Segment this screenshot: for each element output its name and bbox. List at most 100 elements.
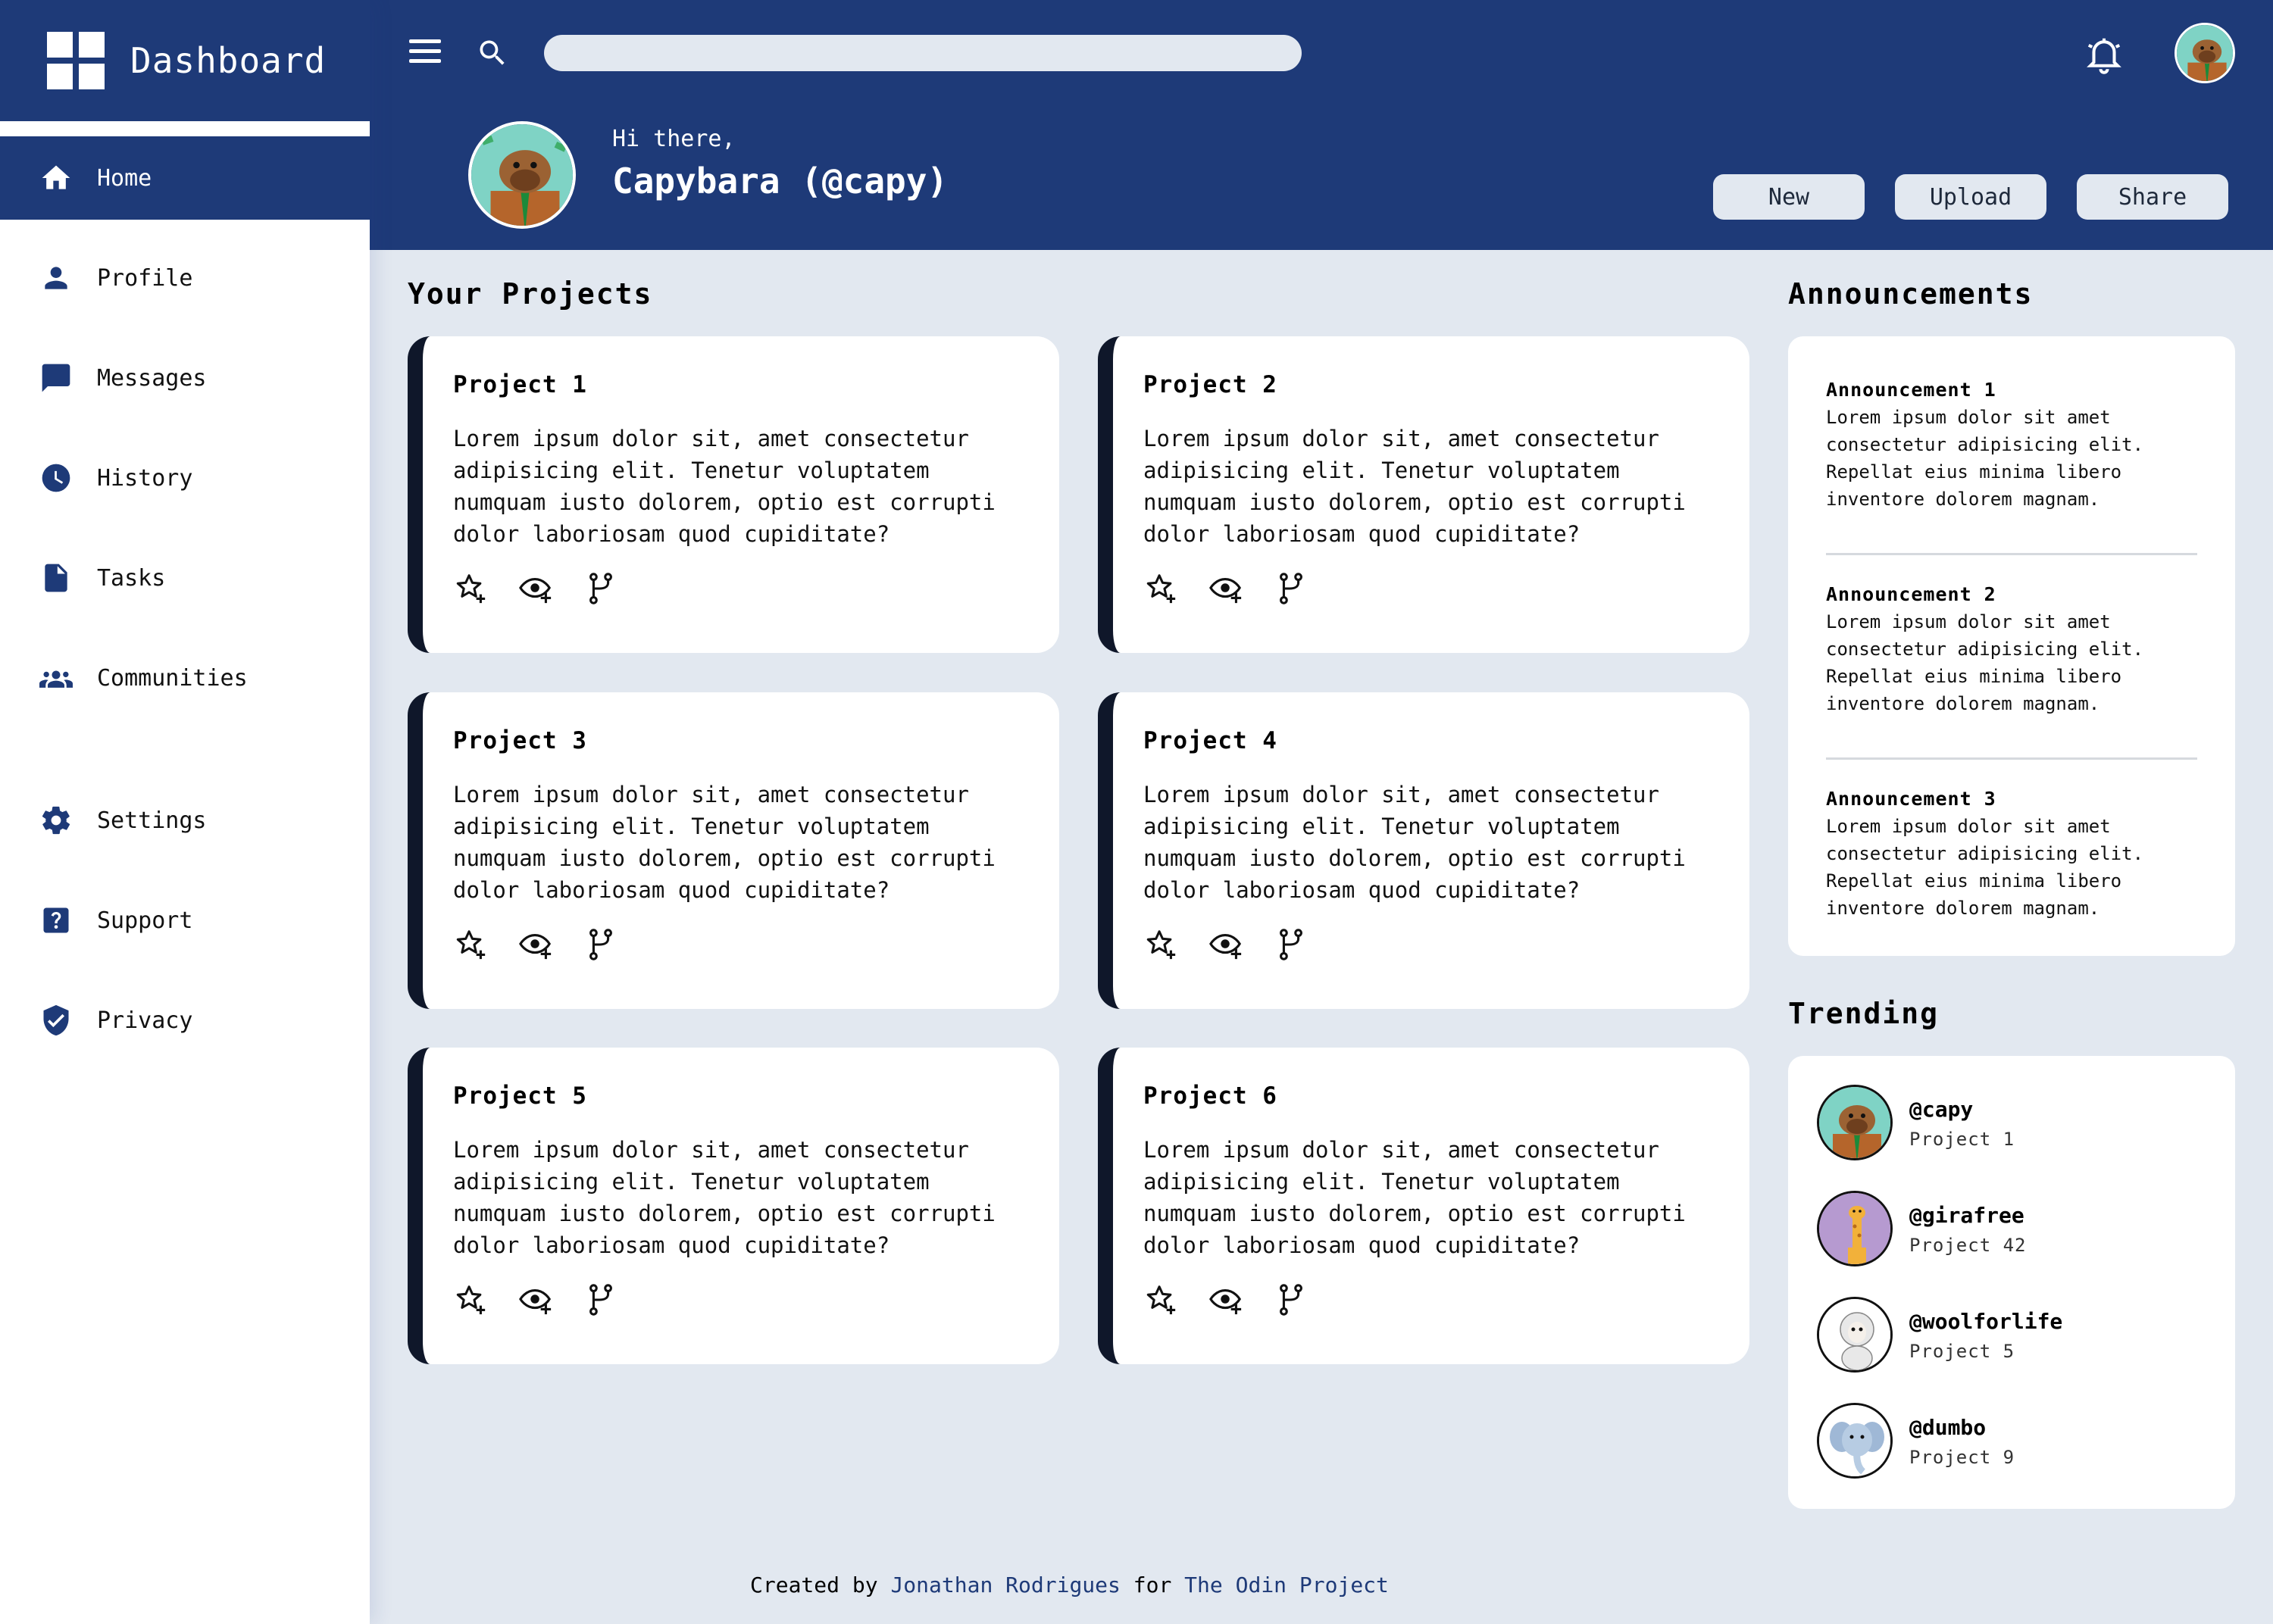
sidebar-item-label: History: [97, 464, 193, 492]
search-icon[interactable]: [476, 36, 509, 70]
sidebar-item-profile[interactable]: Profile: [0, 236, 370, 320]
footer: Created by Jonathan Rodrigues for The Od…: [370, 1572, 2273, 1597]
fork-icon[interactable]: [583, 1282, 618, 1317]
project-card[interactable]: Project 1 Lorem ipsum dolor sit, amet con…: [408, 336, 1059, 653]
odin-project-link[interactable]: The Odin Project: [1184, 1572, 1389, 1597]
star-add-icon[interactable]: [453, 571, 488, 606]
trending-handle: @woolforlife: [1909, 1309, 2063, 1334]
announcement-item[interactable]: Announcement 2 Lorem ipsum dolor sit ame…: [1826, 583, 2197, 717]
project-card[interactable]: Project 2 Lorem ipsum dolor sit, amet con…: [1098, 336, 1749, 653]
star-add-icon[interactable]: [1143, 927, 1178, 962]
project-card[interactable]: Project 4 Lorem ipsum dolor sit, amet con…: [1098, 692, 1749, 1009]
brand-title: Dashboard: [130, 40, 327, 81]
clock-icon: [39, 461, 73, 495]
project-actions: [1143, 571, 1719, 606]
project-description: Lorem ipsum dolor sit, amet consectetur …: [453, 426, 996, 547]
profile-avatar[interactable]: [468, 121, 576, 229]
announcement-title: Announcement 3: [1826, 788, 1996, 810]
fork-icon[interactable]: [1274, 571, 1308, 606]
trending-handle: @dumbo: [1909, 1415, 1987, 1440]
trending-project: Project 9: [1909, 1447, 2015, 1468]
sidebar-item-label: Home: [97, 164, 152, 192]
project-card[interactable]: Project 6 Lorem ipsum dolor sit, amet con…: [1098, 1048, 1749, 1364]
gear-icon: [39, 804, 73, 837]
sidebar-item-history[interactable]: History: [0, 436, 370, 520]
header: Hi there, Capybara (@capy) New Upload Sh…: [370, 0, 2273, 250]
announcement-title: Announcement 1: [1826, 379, 1996, 401]
star-add-icon[interactable]: [453, 1282, 488, 1317]
trending-project: Project 42: [1909, 1235, 2027, 1256]
project-card[interactable]: Project 3 Lorem ipsum dolor sit, amet con…: [408, 692, 1059, 1009]
trending-handle: @capy: [1909, 1097, 1974, 1122]
sidebar-item-label: Support: [97, 907, 193, 934]
trending-handle: @girafree: [1909, 1203, 2024, 1228]
share-button[interactable]: Share: [2077, 174, 2228, 220]
user-name: Capybara (@capy): [612, 161, 949, 201]
person-icon: [39, 261, 73, 295]
project-card[interactable]: Project 5 Lorem ipsum dolor sit, amet con…: [408, 1048, 1059, 1364]
new-button[interactable]: New: [1713, 174, 1865, 220]
project-title: Project 1: [453, 371, 587, 398]
watch-eye-icon[interactable]: [518, 571, 553, 606]
watch-eye-icon[interactable]: [1208, 927, 1243, 962]
fork-icon[interactable]: [1274, 927, 1308, 962]
project-title: Project 4: [1143, 727, 1277, 754]
sidebar-item-tasks[interactable]: Tasks: [0, 536, 370, 620]
footer-middle: for: [1133, 1572, 1172, 1597]
sidebar-item-communities[interactable]: Communities: [0, 636, 370, 720]
sidebar-item-home[interactable]: Home: [0, 136, 370, 220]
brand[interactable]: Dashboard: [0, 0, 370, 121]
project-description: Lorem ipsum dolor sit, amet consectetur …: [453, 1137, 996, 1258]
fork-icon[interactable]: [1274, 1282, 1308, 1317]
upload-button[interactable]: Upload: [1895, 174, 2046, 220]
trending-item[interactable]: @woolforlife Project 5: [1817, 1297, 2211, 1376]
trending-item[interactable]: @capy Project 1: [1817, 1085, 2211, 1163]
project-description: Lorem ipsum dolor sit, amet consectetur …: [1143, 782, 1686, 903]
dashboard-grid-icon: [47, 32, 105, 89]
search-input[interactable]: [544, 35, 1302, 71]
watch-eye-icon[interactable]: [518, 1282, 553, 1317]
topbar: [370, 0, 2273, 106]
sidebar-item-privacy[interactable]: Privacy: [0, 979, 370, 1062]
trending-project: Project 5: [1909, 1341, 2015, 1362]
trending-project: Project 1: [1909, 1129, 2015, 1150]
star-add-icon[interactable]: [1143, 1282, 1178, 1317]
announcement-body: Lorem ipsum dolor sit amet consectetur a…: [1826, 611, 2144, 714]
trending-item[interactable]: @girafree Project 42: [1817, 1191, 2211, 1270]
author-link[interactable]: Jonathan Rodrigues: [890, 1572, 1120, 1597]
projects-title: Your Projects: [408, 277, 653, 311]
divider: [1826, 553, 2197, 555]
announcement-item[interactable]: Announcement 3 Lorem ipsum dolor sit ame…: [1826, 788, 2197, 922]
project-title: Project 3: [453, 727, 587, 754]
footer-prefix: Created by: [750, 1572, 878, 1597]
project-actions: [1143, 927, 1719, 962]
project-description: Lorem ipsum dolor sit, amet consectetur …: [1143, 426, 1686, 547]
watch-eye-icon[interactable]: [1208, 1282, 1243, 1317]
announcement-body: Lorem ipsum dolor sit amet consectetur a…: [1826, 816, 2144, 919]
watch-eye-icon[interactable]: [518, 927, 553, 962]
project-title: Project 6: [1143, 1082, 1277, 1110]
star-add-icon[interactable]: [1143, 571, 1178, 606]
sidebar-item-settings[interactable]: Settings: [0, 779, 370, 862]
sidebar-item-label: Settings: [97, 807, 207, 834]
sidebar-nav: Home Profile Messages History Tasks Comm…: [0, 136, 370, 1062]
sidebar-item-label: Profile: [97, 264, 193, 292]
watch-eye-icon[interactable]: [1208, 571, 1243, 606]
user-avatar[interactable]: [2175, 23, 2235, 83]
menu-icon[interactable]: [409, 39, 441, 64]
fork-icon[interactable]: [583, 571, 618, 606]
star-add-icon[interactable]: [453, 927, 488, 962]
group-icon: [39, 661, 73, 695]
greeting-text: Hi there,: [612, 126, 736, 152]
project-title: Project 5: [453, 1082, 587, 1110]
trending-item[interactable]: @dumbo Project 9: [1817, 1403, 2211, 1482]
project-title: Project 2: [1143, 371, 1277, 398]
home-icon: [39, 161, 73, 195]
announcements-title: Announcements: [1788, 277, 2034, 311]
bell-icon[interactable]: [2084, 33, 2124, 74]
announcements-panel: Announcement 1 Lorem ipsum dolor sit ame…: [1788, 336, 2235, 956]
fork-icon[interactable]: [583, 927, 618, 962]
sidebar-item-messages[interactable]: Messages: [0, 336, 370, 420]
sidebar-item-support[interactable]: Support: [0, 879, 370, 962]
announcement-item[interactable]: Announcement 1 Lorem ipsum dolor sit ame…: [1826, 379, 2197, 513]
